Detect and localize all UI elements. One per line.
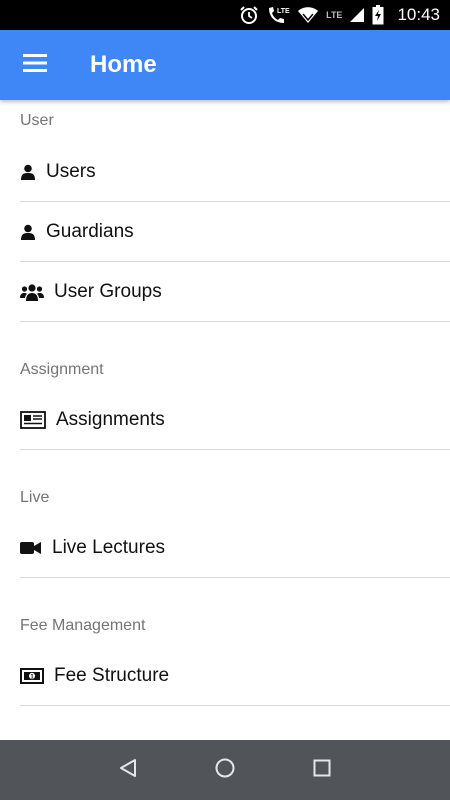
page-title: Home — [90, 51, 157, 78]
user-icon — [20, 224, 36, 240]
user-icon — [20, 164, 36, 180]
list-item-label: Fee Structure — [54, 664, 170, 686]
list-item-guardians[interactable]: Guardians — [20, 202, 450, 262]
battery-icon — [372, 5, 384, 25]
system-nav-bar — [0, 740, 450, 800]
list-item-label: Users — [46, 160, 96, 182]
home-icon — [215, 758, 235, 783]
list-item-label: Assignments — [56, 408, 165, 430]
svg-text:LTE: LTE — [277, 8, 290, 15]
list-item-live-lectures[interactable]: Live Lectures — [20, 518, 450, 578]
list-item-user-groups[interactable]: User Groups — [20, 262, 450, 322]
money-bill-icon: 1 — [20, 667, 44, 684]
wifi-icon — [297, 6, 319, 24]
section-header-assignment: Assignment — [20, 361, 104, 378]
menu-button[interactable] — [0, 30, 70, 100]
app-bar: Home — [0, 30, 450, 100]
recents-button[interactable] — [302, 750, 342, 790]
back-icon — [119, 758, 137, 783]
hamburger-menu-icon — [23, 53, 47, 77]
status-bar: LTE LTE 10:43 — [0, 0, 450, 30]
back-button[interactable] — [108, 750, 148, 790]
recents-icon — [313, 759, 331, 782]
section-header-user: User — [20, 112, 54, 129]
drawer-content: User Users Guardians User Groups Assignm… — [0, 100, 450, 740]
list-item-fee-structure[interactable]: 1 Fee Structure — [20, 646, 450, 706]
list-item-users[interactable]: Users — [20, 142, 450, 202]
list-item-label: Guardians — [46, 220, 134, 242]
phone-lte-icon: LTE — [266, 5, 290, 25]
alarm-icon — [239, 5, 259, 25]
video-camera-icon — [20, 540, 42, 556]
section-header-fee-management: Fee Management — [20, 617, 146, 634]
section-header-live: Live — [20, 489, 50, 506]
newspaper-icon — [20, 410, 46, 429]
status-time: 10:43 — [397, 5, 440, 24]
list-item-assignments[interactable]: Assignments — [20, 390, 450, 450]
signal-icon — [349, 7, 365, 23]
home-button[interactable] — [205, 750, 245, 790]
users-icon — [20, 283, 44, 301]
network-type-label: LTE — [326, 10, 343, 20]
list-item-label: User Groups — [54, 280, 162, 302]
list-item-label: Live Lectures — [52, 536, 166, 558]
